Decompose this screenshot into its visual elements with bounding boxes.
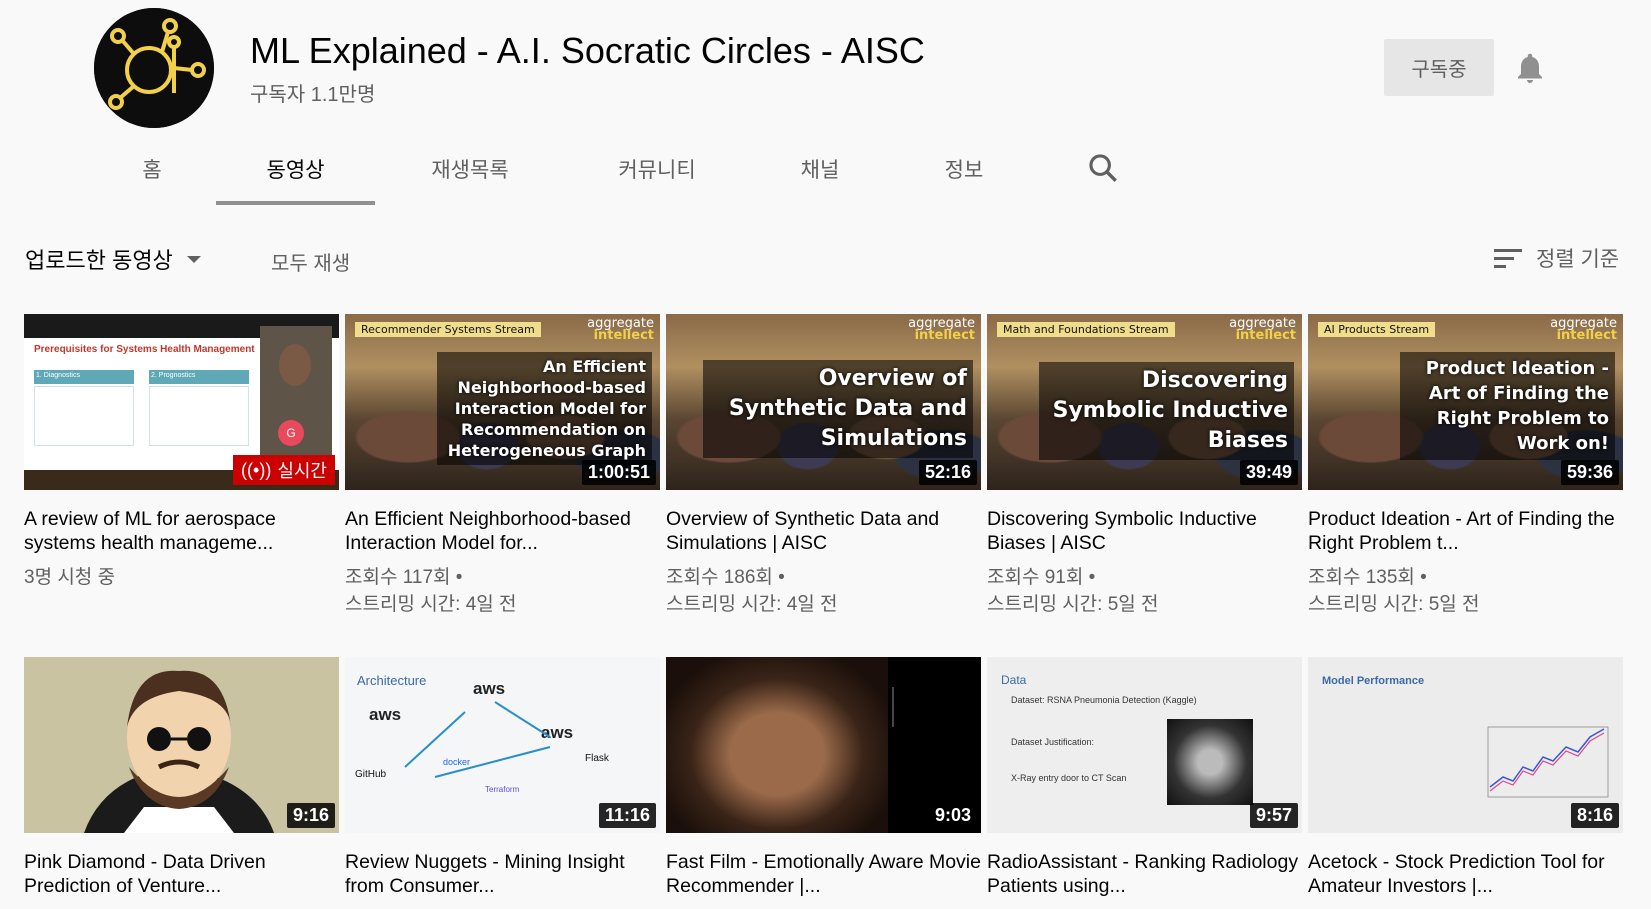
video-thumbnail[interactable]: aggregate intellect Overview of Synthetic… [666,314,981,490]
tab-channels[interactable]: 채널 [780,133,860,205]
slide-bullet: X-Ray entry door to CT Scan [1011,773,1127,783]
video-meta: 조회수 117회 • 스트리밍 시간: 4일 전 [345,564,660,618]
video-duration: 9:57 [1249,803,1298,828]
channel-tabs: 홈 동영상 재생목록 커뮤니티 채널 정보 [0,133,1651,205]
dropdown-arrow-icon [186,256,201,263]
tab-home[interactable]: 홈 [120,133,184,205]
video-thumbnail[interactable]: 9:16 [24,657,339,833]
video-title[interactable]: Review Nuggets - Mining Insight from Con… [345,850,660,898]
user-initial-icon: G [278,420,304,446]
aggregate-intellect-logo: aggregate intellect [1550,316,1617,343]
video-duration: 59:36 [1560,460,1619,485]
video-title[interactable]: Acetock - Stock Prediction Tool for Amat… [1308,850,1623,898]
video-thumbnail[interactable]: Data Dataset: RSNA Pneumonia Detection (… [987,657,1302,833]
live-broadcast-icon: ((•)) [241,459,272,480]
sort-button[interactable]: 정렬 기준 [1494,243,1619,273]
video-thumbnail[interactable]: Prerequisites for Systems Health Managem… [24,314,339,490]
search-icon[interactable] [1086,151,1120,185]
stream-time: 스트리밍 시간: 4일 전 [666,594,838,615]
video-duration: 52:16 [918,460,977,485]
video-title[interactable]: Overview of Synthetic Data and Simulatio… [666,507,981,555]
video-thumbnail[interactable]: AI Products Stream aggregate intellect Pr… [1308,314,1623,490]
channel-header: ML Explained - A.I. Socratic Circles - A… [0,0,1651,205]
video-card[interactable]: aggregate intellect Overview of Synthetic… [666,314,981,618]
video-title[interactable]: RadioAssistant - Ranking Radiology Patie… [987,850,1302,898]
video-duration: 11:16 [598,803,656,828]
slide-col2: 2. Prognostics [149,370,249,384]
slide-col1: 1. Diagnostics [34,370,134,384]
aisc-logo-icon [94,8,214,128]
stream-label: Recommender Systems Stream [355,322,541,337]
thumbnail-overlay-text: Overview of Synthetic Data and Simulatio… [703,360,973,458]
play-all-button[interactable]: 모두 재생 [271,247,350,276]
video-card[interactable]: Math and Foundations Stream aggregate int… [987,314,1302,618]
video-title[interactable]: Fast Film - Emotionally Aware Movie Reco… [666,850,981,898]
slide-heading: Prerequisites for Systems Health Managem… [34,344,255,355]
video-meta: 조회수 186회 • 스트리밍 시간: 4일 전 [666,564,981,618]
channel-title: ML Explained - A.I. Socratic Circles - A… [250,30,925,71]
stream-time: 스트리밍 시간: 5일 전 [987,594,1159,615]
video-title[interactable]: A review of ML for aerospace systems hea… [24,507,339,555]
xray-image [1167,719,1253,805]
video-duration: 9:16 [286,803,335,828]
video-duration: 8:16 [1570,803,1619,828]
video-card[interactable]: AI Products Stream aggregate intellect Pr… [1308,314,1623,618]
slide-bullet: Dataset Justification: [1011,737,1095,747]
slide-bullet: Dataset: RSNA Pneumonia Detection (Kaggl… [1011,695,1197,705]
sort-icon [1494,249,1522,268]
video-title[interactable]: An Efficient Neighborhood-based Interact… [345,507,660,555]
stream-label: Math and Foundations Stream [997,322,1175,337]
video-duration: 39:49 [1239,460,1298,485]
video-thumbnail[interactable]: Math and Foundations Stream aggregate int… [987,314,1302,490]
view-count: 조회수 186회 • [666,567,785,588]
thumbnail-overlay-text: Discovering Symbolic Inductive Biases [1039,362,1294,460]
thumbnail-overlay-text: Product Ideation - Art of Finding the Ri… [1400,352,1615,460]
video-thumbnail[interactable]: Architecture aws aws aws GitHub docker F… [345,657,660,833]
section-title: 업로드한 동영상 [25,248,173,273]
tab-videos[interactable]: 동영상 [216,133,375,205]
tab-playlists[interactable]: 재생목록 [410,133,530,205]
video-duration: 1:00:51 [581,460,656,485]
channel-avatar[interactable] [94,8,214,128]
video-card[interactable]: Prerequisites for Systems Health Managem… [24,314,339,591]
uploads-dropdown[interactable]: 업로드한 동영상 [25,243,201,275]
video-card[interactable]: Data Dataset: RSNA Pneumonia Detection (… [987,657,1302,898]
video-thumbnail[interactable]: Model Performance 8:16 [1308,657,1623,833]
subscriber-count: 구독자 1.1만명 [250,84,376,106]
slide-heading: Data [1001,673,1027,687]
live-badge: ((•)) 실시간 [233,455,335,485]
aggregate-intellect-logo: aggregate intellect [908,316,975,343]
aggregate-intellect-logo: aggregate intellect [1229,316,1296,343]
videos-content: 업로드한 동영상 모두 재생 정렬 기준 Prerequisites for S… [0,205,1651,909]
sort-label: 정렬 기준 [1536,248,1620,271]
video-title[interactable]: Discovering Symbolic Inductive Biases | … [987,507,1302,555]
video-thumbnail[interactable]: 9:03 [666,657,981,833]
video-meta: 조회수 91회 • 스트리밍 시간: 5일 전 [987,564,1302,618]
view-count: 조회수 117회 • [345,567,463,588]
thumbnail-overlay-text: An Efficient Neighborhood-based Interact… [437,352,652,465]
video-title[interactable]: Product Ideation - Art of Finding the Ri… [1308,507,1623,555]
video-card[interactable]: Architecture aws aws aws GitHub docker F… [345,657,660,898]
video-card[interactable]: 9:16 Pink Diamond - Data Driven Predicti… [24,657,339,898]
bell-icon[interactable] [1512,50,1548,86]
subscribed-button[interactable]: 구독중 [1384,39,1494,96]
stream-time: 스트리밍 시간: 5일 전 [1308,594,1480,615]
video-meta: 조회수 135회 • 스트리밍 시간: 5일 전 [1308,564,1623,618]
stream-label: AI Products Stream [1318,322,1436,337]
tab-about[interactable]: 정보 [924,133,1004,205]
video-thumbnail[interactable]: Recommender Systems Stream aggregate inte… [345,314,660,490]
tab-community[interactable]: 커뮤니티 [594,133,720,205]
view-count: 조회수 91회 • [987,567,1096,588]
view-count: 조회수 135회 • [1308,567,1427,588]
video-meta: 3명 시청 중 [24,567,116,588]
video-duration: 9:03 [928,803,977,828]
aggregate-intellect-logo: aggregate intellect [587,316,654,343]
stream-time: 스트리밍 시간: 4일 전 [345,594,517,615]
video-card[interactable]: Recommender Systems Stream aggregate inte… [345,314,660,618]
video-card[interactable]: 9:03 Fast Film - Emotionally Aware Movie… [666,657,981,898]
video-card[interactable]: Model Performance 8:16 Acetock - Stock P… [1308,657,1623,898]
video-title[interactable]: Pink Diamond - Data Driven Prediction of… [24,850,339,898]
